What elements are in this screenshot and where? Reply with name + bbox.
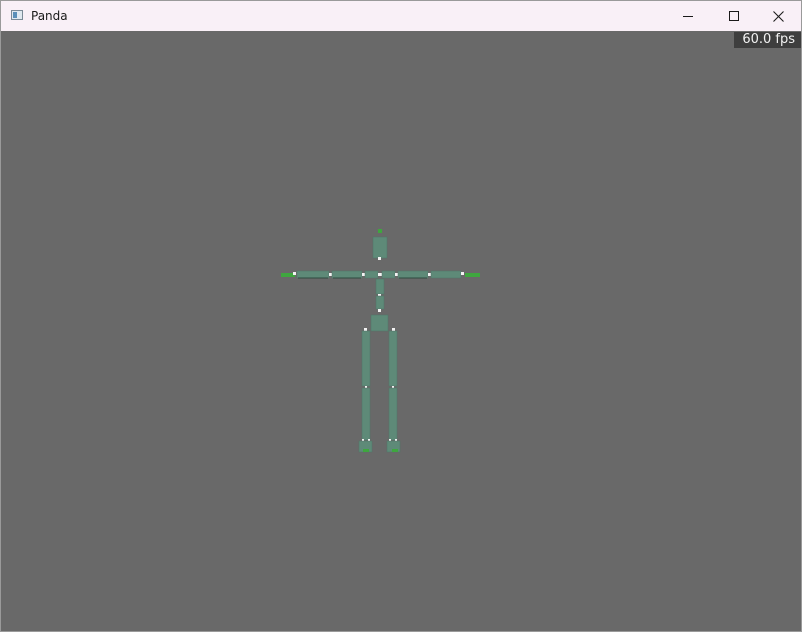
right-foot-end-marker [392,449,398,452]
maximize-icon [729,11,739,21]
right-wrist-joint [461,272,464,275]
right-thigh-bone [388,330,398,387]
right-clavicle-bone [381,270,396,279]
maximize-button[interactable] [711,1,757,31]
left-shin-bone [361,387,371,441]
panda-window: Panda 60.0 fps [0,0,802,632]
left-shoulder-joint [362,273,365,276]
right-shin-bone [388,387,398,441]
pelvis-bone [370,314,389,332]
left-thigh-bone [361,330,371,387]
left-knee-joint [365,386,367,388]
head-bone [372,236,388,259]
right-knee-joint [392,386,394,388]
right-hip-joint [392,328,395,331]
upper-spine-bone [375,278,385,295]
left-hand-end-marker [281,273,295,277]
left-hip-joint [364,328,367,331]
head-end-marker [378,229,382,233]
skeleton-figure [281,229,480,453]
right-ankle-joint-b [395,439,397,441]
close-icon [773,11,784,22]
panda-app-icon [11,10,23,20]
lower-spine-joint [378,309,381,312]
chest-joint [378,273,382,276]
left-ankle-joint-b [368,439,370,441]
lower-spine-bone [375,295,385,310]
minimize-button[interactable] [665,1,711,31]
left-wrist-joint [293,272,296,275]
minimize-icon [683,16,693,17]
left-clavicle-bone [364,270,379,279]
right-elbow-joint [428,273,431,276]
left-elbow-joint [329,273,332,276]
left-upper-arm-bone [331,270,363,279]
left-ankle-joint-a [362,439,364,441]
window-title: Panda [31,9,68,23]
right-ankle-joint-a [389,439,391,441]
right-hand-end-marker [465,273,480,277]
close-button[interactable] [755,1,801,31]
left-forearm-bone [296,270,330,279]
left-foot-end-marker [363,449,369,452]
right-shoulder-joint [395,273,398,276]
right-upper-arm-bone [397,270,429,279]
right-forearm-bone [430,270,462,279]
neck-joint [378,257,381,260]
title-bar[interactable]: Panda [1,1,801,31]
render-viewport[interactable]: 60.0 fps [1,31,801,631]
